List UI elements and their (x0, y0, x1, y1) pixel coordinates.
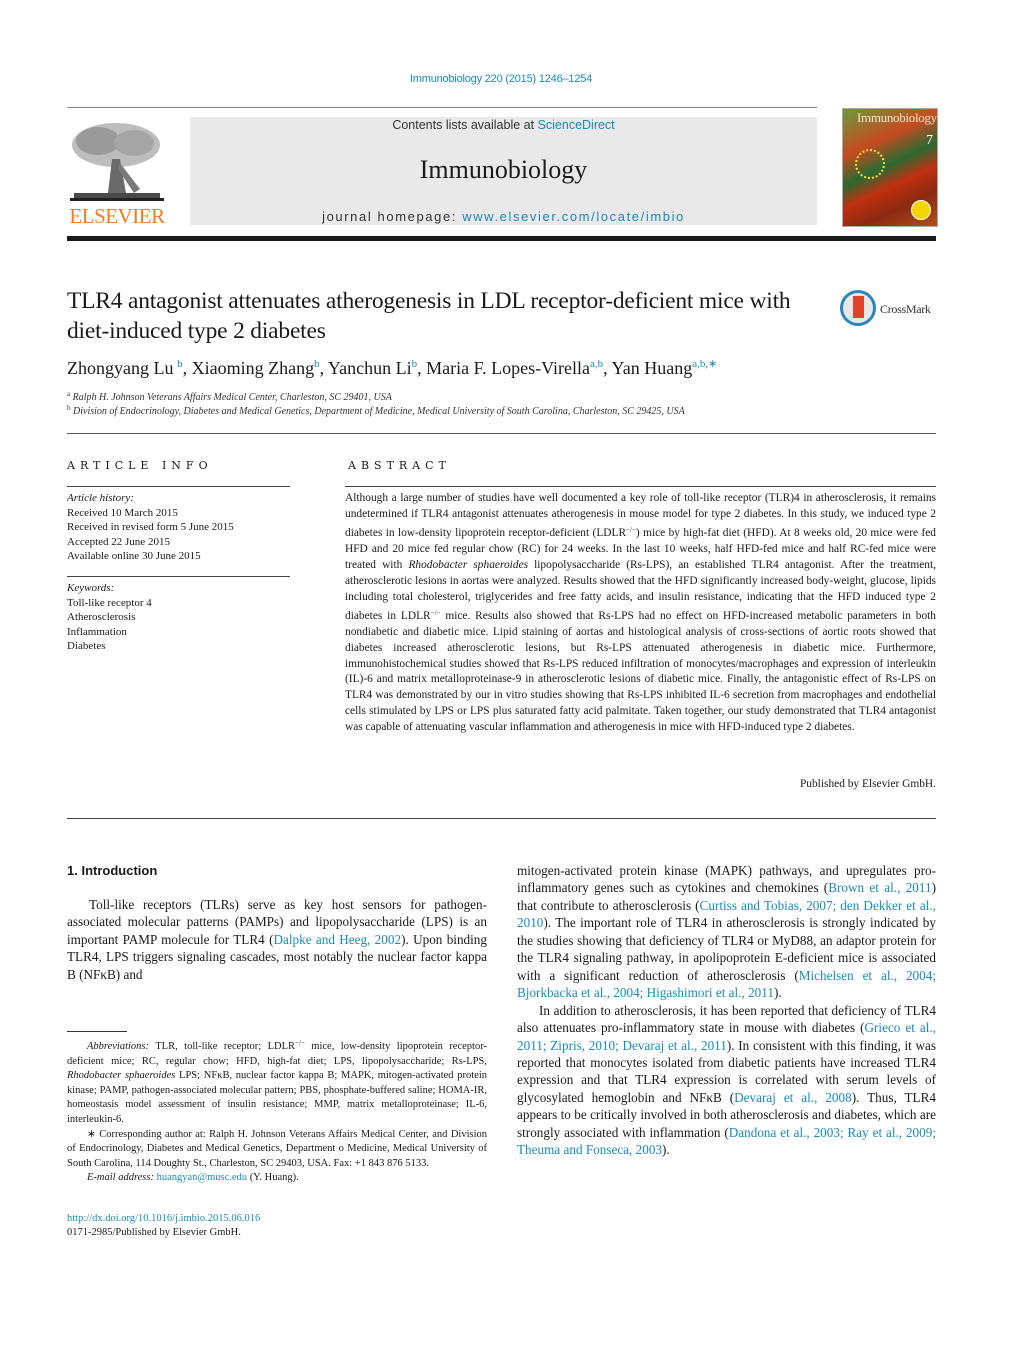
introduction-heading: 1. Introduction (67, 863, 158, 878)
paragraph: mitogen-activated protein kinase (MAPK) … (517, 862, 936, 1002)
author-separator: , (603, 358, 612, 378)
knockout-superscript: −/− (626, 525, 636, 534)
crossmark-icon (840, 290, 876, 326)
history-online: Available online 30 June 2015 (67, 550, 201, 562)
elsevier-tree-icon (70, 123, 164, 201)
author-separator: , (417, 358, 427, 378)
affiliation-text: Division of Endocrinology, Diabetes and … (73, 406, 685, 417)
cover-illustration (855, 149, 885, 179)
author-name: Zhongyang Lu (67, 358, 174, 378)
author-name: Maria F. Lopes-Virella (426, 358, 591, 378)
affiliation-key: a (67, 390, 71, 398)
journal-cover-image[interactable]: Immunobiology 7 (842, 108, 938, 227)
section-rule (67, 433, 936, 434)
keyword: Atherosclerosis (67, 611, 136, 623)
author: Maria F. Lopes-Virellaa,b, (426, 358, 611, 378)
abstract-rule (345, 486, 936, 487)
crossmark-ribbon-icon (853, 296, 864, 318)
email-footnote: E-mail address: huangyan@musc.edu (Y. Hu… (67, 1171, 487, 1186)
citation-link[interactable]: Dalpke and Heeg, 2002 (273, 932, 401, 947)
contents-line: Contents lists available at ScienceDirec… (190, 118, 817, 132)
issn-line: 0171-2985/Published by Elsevier GmbH. (67, 1227, 241, 1238)
author-name: Xiaoming Zhang (191, 358, 315, 378)
species-name: Rhodobacter sphaeroides (67, 1070, 176, 1082)
elsevier-logo[interactable]: ELSEVIER (66, 115, 168, 228)
crossmark-button[interactable]: CrossMark (840, 290, 940, 330)
text: ). (662, 1142, 670, 1158)
sciencedirect-link[interactable]: ScienceDirect (538, 118, 615, 132)
author-separator: , (182, 358, 192, 378)
cover-seal-icon (911, 200, 931, 220)
abstract-text: Although a large number of studies have … (345, 491, 936, 736)
introduction-left-column: Toll-like receptors (TLRs) serve as key … (67, 896, 487, 983)
author: Yan Huanga,b,∗ (612, 358, 718, 378)
body-rule (67, 818, 936, 819)
email-label: E-mail address: (87, 1172, 154, 1184)
knockout-superscript: −/− (430, 608, 441, 617)
article-info-heading: ARTICLE INFO (67, 459, 213, 472)
journal-reference-link[interactable]: Immunobiology 220 (2015) 1246–1254 (0, 73, 1002, 85)
introduction-right-column: mitogen-activated protein kinase (MAPK) … (517, 862, 936, 1159)
citation-link[interactable]: Devaraj et al., 2008 (734, 1090, 852, 1105)
author-separator: , (319, 358, 328, 378)
footnote-rule (67, 1031, 127, 1032)
article-info-rule (67, 486, 290, 487)
journal-homepage-link[interactable]: www.elsevier.com/locate/imbio (462, 209, 685, 224)
knockout-superscript: −/− (295, 1039, 305, 1047)
cover-issue-number: 7 (926, 133, 933, 148)
crossmark-label: CrossMark (880, 302, 931, 316)
keyword: Toll-like receptor 4 (67, 596, 152, 609)
affiliation-key: b (67, 404, 71, 412)
abbreviations-label: Abbreviations: (87, 1041, 150, 1052)
article-history: Article history: Received 10 March 2015 … (67, 491, 292, 564)
text: TLR, toll-like receptor; LDLR (149, 1041, 296, 1052)
doi-link[interactable]: http://dx.doi.org/10.1016/j.imbio.2015.0… (67, 1213, 260, 1224)
history-accepted: Accepted 22 June 2015 (67, 535, 170, 548)
author-name: Yan Huang (611, 358, 693, 378)
corresponding-author-footnote: ∗ Corresponding author at: Ralph H. John… (67, 1128, 487, 1169)
abstract-heading: ABSTRACT (348, 459, 451, 472)
author: Xiaoming Zhangb, (192, 358, 328, 378)
paragraph: In addition to atherosclerosis, it has b… (517, 1002, 936, 1159)
citation-link[interactable]: Brown et al., 2011 (828, 880, 931, 895)
history-label: Article history: (67, 492, 134, 504)
author-affiliation-link[interactable]: a,b (590, 358, 603, 370)
article-title: TLR4 antagonist attenuates atherogenesis… (67, 288, 791, 344)
paragraph: Toll-like receptors (TLRs) serve as key … (67, 896, 487, 983)
doi-block: http://dx.doi.org/10.1016/j.imbio.2015.0… (67, 1212, 260, 1240)
abbreviations-footnote: Abbreviations: TLR, toll-like receptor; … (67, 1036, 487, 1128)
history-received: Received 10 March 2015 (67, 506, 178, 519)
contents-prefix: Contents lists available at (392, 118, 538, 132)
author: Zhongyang Lu b, (67, 358, 192, 378)
elsevier-wordmark: ELSEVIER (69, 204, 165, 228)
homepage-prefix: journal homepage: (322, 209, 463, 224)
affiliation-text: Ralph H. Johnson Veterans Affairs Medica… (72, 392, 392, 403)
text: (Y. Huang). (247, 1172, 299, 1184)
journal-masthead: Contents lists available at ScienceDirec… (190, 117, 817, 225)
homepage-line: journal homepage: www.elsevier.com/locat… (190, 209, 817, 224)
cover-title: Immunobiology (857, 110, 937, 125)
author-name: Yanchun Li (327, 358, 412, 378)
footnotes: Abbreviations: TLR, toll-like receptor; … (67, 1036, 487, 1186)
email-link[interactable]: huangyan@musc.edu (157, 1172, 247, 1183)
keyword: Diabetes (67, 640, 106, 652)
masthead-rule (67, 236, 936, 241)
affiliation-b: b Division of Endocrinology, Diabetes an… (67, 404, 685, 417)
author-list: Zhongyang Lu b, Xiaoming Zhangb, Yanchun… (67, 357, 947, 379)
journal-title: Immunobiology (419, 155, 588, 184)
species-name: Rhodobacter sphaeroides (408, 558, 528, 571)
abstract-segment: mice. Results also showed that Rs-LPS ha… (345, 609, 936, 734)
author: Yanchun Lib, (328, 358, 426, 378)
text: ). (773, 985, 782, 1001)
keywords-label: Keywords: (67, 582, 115, 594)
history-revised: Received in revised form 5 June 2015 (67, 521, 234, 533)
keywords-rule (67, 576, 290, 577)
keyword: Inflammation (67, 625, 127, 638)
header-rule (67, 107, 817, 108)
abstract-publisher-note: Published by Elsevier GmbH. (799, 778, 936, 790)
author-affiliation-link[interactable]: a,b,∗ (692, 358, 717, 370)
keywords: Keywords: Toll-like receptor 4 Atheroscl… (67, 581, 292, 654)
affiliation-a: a Ralph H. Johnson Veterans Affairs Medi… (67, 390, 392, 403)
